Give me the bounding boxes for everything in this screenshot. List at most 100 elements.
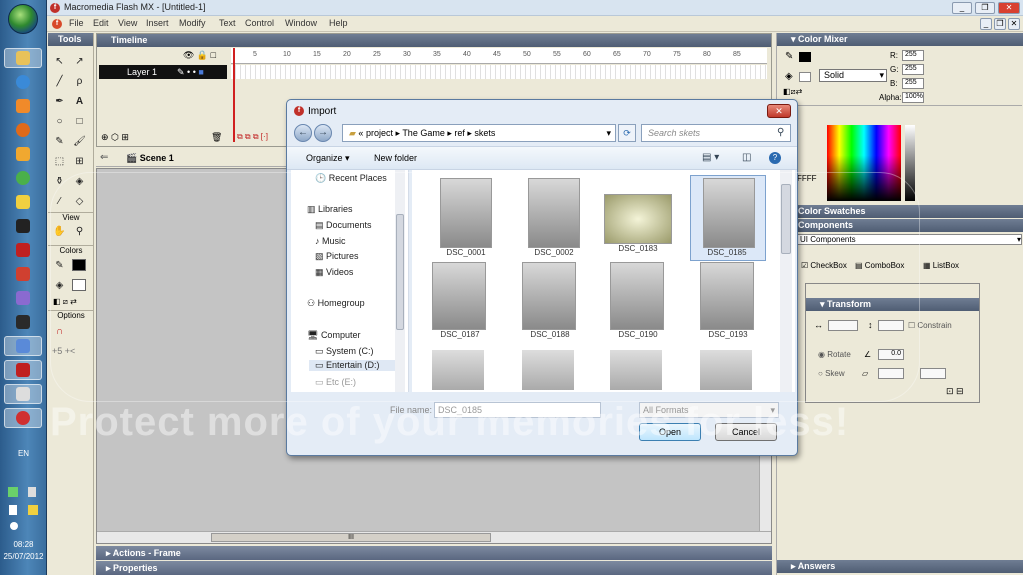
dialog-close-button[interactable]: ✕ xyxy=(767,104,791,118)
menu-text[interactable]: Text xyxy=(219,18,236,28)
taskbar-app-flash-active[interactable] xyxy=(4,408,42,428)
properties-panel-header[interactable]: ▸ Properties xyxy=(96,561,772,575)
rectangle-tool-icon[interactable]: □ xyxy=(71,113,88,130)
frame-ruler[interactable]: 5 10 15 20 25 30 35 40 45 50 55 60 65 70 75 80 85 xyxy=(231,48,767,64)
layer-controls-icon[interactable]: 👁 🔒 □ xyxy=(183,50,216,61)
forward-button[interactable]: → xyxy=(314,124,332,142)
answers-header[interactable]: ▸ Answers xyxy=(777,560,1023,573)
doc-restore-button[interactable]: ❐ xyxy=(994,18,1006,30)
view-options-icon[interactable]: ▤ ▾ xyxy=(702,152,719,163)
layer-add-icons[interactable]: ⊕ ⬡ ⊞ xyxy=(101,132,129,143)
menu-insert[interactable]: Insert xyxy=(146,18,169,28)
pencil-tool-icon[interactable]: ✎ xyxy=(51,133,68,150)
subselect-tool-icon[interactable]: ↗ xyxy=(71,53,88,70)
actions-panel-header[interactable]: ▸ Actions - Frame xyxy=(96,546,772,560)
mixer-stroke-swatch[interactable] xyxy=(799,52,811,62)
breadcrumb[interactable]: ▰ « project ▸ The Game ▸ ref ▸ skets ▾ xyxy=(342,124,616,142)
menu-edit[interactable]: Edit xyxy=(93,18,109,28)
network-icon[interactable] xyxy=(8,487,18,497)
taskbar-app-window3[interactable] xyxy=(4,384,42,404)
menu-control[interactable]: Control xyxy=(245,18,274,28)
taskbar-app-paint[interactable] xyxy=(4,192,42,212)
new-folder-button[interactable]: New folder xyxy=(374,153,417,163)
brush-tool-icon[interactable]: 🖌 xyxy=(71,133,88,150)
transform-action-icons[interactable]: ⊡ ⊟ xyxy=(946,386,964,397)
doc-close-button[interactable]: ✕ xyxy=(1008,18,1020,30)
fill-type-select[interactable]: Solid ▾ xyxy=(819,69,887,82)
taskbar-app-firefox[interactable] xyxy=(4,120,42,140)
skew-v-input[interactable] xyxy=(920,368,946,379)
free-transform-tool-icon[interactable]: ⬚ xyxy=(51,153,68,170)
b-input[interactable]: 255 xyxy=(902,78,924,89)
minimize-button[interactable]: _ xyxy=(952,2,972,14)
r-input[interactable]: 255 xyxy=(902,50,924,61)
g-input[interactable]: 255 xyxy=(902,64,924,75)
taskbar-app-tool[interactable] xyxy=(4,144,42,164)
signal-icon[interactable] xyxy=(28,505,38,515)
layer-state-icon[interactable]: ✎ • • ■ xyxy=(177,65,204,79)
refresh-icon[interactable]: ⟳ xyxy=(618,124,636,142)
taskbar-app-media[interactable] xyxy=(4,96,42,116)
taskbar-app-folder[interactable] xyxy=(4,48,42,68)
taskbar-app-window1[interactable] xyxy=(4,336,42,356)
search-input[interactable]: Search skets xyxy=(641,124,791,142)
frame-row[interactable] xyxy=(231,65,767,79)
flag-icon[interactable] xyxy=(9,505,17,515)
menu-view[interactable]: View xyxy=(118,18,137,28)
volume-icon[interactable] xyxy=(10,522,18,530)
close-button[interactable]: ✕ xyxy=(998,2,1020,14)
help-icon[interactable]: ? xyxy=(769,152,781,164)
back-arrow-icon[interactable]: ⇐ xyxy=(100,152,108,163)
alpha-input[interactable]: 100% xyxy=(902,92,924,103)
taskbar-app-docs[interactable] xyxy=(4,264,42,284)
taskbar-app-misc[interactable] xyxy=(4,312,42,332)
menu-window[interactable]: Window xyxy=(285,18,317,28)
back-button[interactable]: ← xyxy=(294,124,312,142)
breadcrumb-ref[interactable]: ref xyxy=(454,128,465,138)
taskbar-app-game[interactable] xyxy=(4,216,42,236)
breadcrumb-skets[interactable]: skets xyxy=(474,128,495,138)
battery-icon[interactable] xyxy=(28,487,36,497)
arrow-tool-icon[interactable]: ↖ xyxy=(51,53,68,70)
taskbar-app-flash[interactable] xyxy=(4,240,42,260)
breadcrumb-dropdown-icon[interactable]: ▾ xyxy=(606,125,611,141)
restore-button[interactable]: ❐ xyxy=(975,2,995,14)
layer-name[interactable]: Layer 1 xyxy=(127,67,157,77)
search-icon[interactable]: ⚲ xyxy=(777,127,784,138)
mixer-stroke-icon[interactable]: ✎ xyxy=(785,51,793,62)
fill-transform-tool-icon[interactable]: ⊞ xyxy=(71,153,88,170)
language-indicator[interactable]: EN xyxy=(0,449,47,458)
component-listbox[interactable]: ▦ ListBox xyxy=(923,261,959,270)
mixer-swap-icons[interactable]: ◧⧄⇄ xyxy=(783,87,802,97)
color-mixer-header[interactable]: ▾ Color Mixer xyxy=(777,33,1023,46)
organize-button[interactable]: Organize ▾ xyxy=(306,153,350,164)
taskbar-app-photo[interactable] xyxy=(4,288,42,308)
breadcrumb-project[interactable]: project xyxy=(366,128,393,138)
line-tool-icon[interactable]: ╱ xyxy=(51,73,68,90)
menu-modify[interactable]: Modify xyxy=(179,18,206,28)
start-button[interactable] xyxy=(8,4,38,34)
onion-skin-icons[interactable]: ⧉ ⧉ ⧉ [·] xyxy=(237,132,268,142)
layer-row[interactable]: Layer 1 ✎ • • ■ xyxy=(99,65,227,79)
delete-layer-icon[interactable]: 🗑 xyxy=(211,132,222,143)
mixer-fill-swatch[interactable] xyxy=(799,72,811,82)
oval-tool-icon[interactable]: ○ xyxy=(51,113,68,130)
mixer-fill-icon[interactable]: ◈ xyxy=(785,71,793,82)
breadcrumb-the-game[interactable]: The Game xyxy=(402,128,445,138)
playhead[interactable] xyxy=(233,48,235,142)
horizontal-scrollbar[interactable]: III xyxy=(97,531,771,543)
scene-name[interactable]: 🎬 Scene 1 xyxy=(126,153,174,164)
taskbar-app-chrome[interactable] xyxy=(4,168,42,188)
doc-minimize-button[interactable]: _ xyxy=(980,18,992,30)
text-tool-icon[interactable]: A xyxy=(71,93,88,110)
timeline-title[interactable]: Timeline xyxy=(97,34,771,47)
pen-tool-icon[interactable]: ✒ xyxy=(51,93,68,110)
lasso-tool-icon[interactable]: ρ xyxy=(71,73,88,90)
clock-time[interactable]: 08:28 xyxy=(0,540,47,549)
clock-date[interactable]: 25/07/2012 xyxy=(0,552,47,561)
menu-file[interactable]: File xyxy=(69,18,84,28)
taskbar-app-window2[interactable] xyxy=(4,360,42,380)
menu-help[interactable]: Help xyxy=(329,18,348,28)
preview-pane-icon[interactable]: ◫ xyxy=(742,152,751,163)
taskbar-app-ie[interactable] xyxy=(4,72,42,92)
